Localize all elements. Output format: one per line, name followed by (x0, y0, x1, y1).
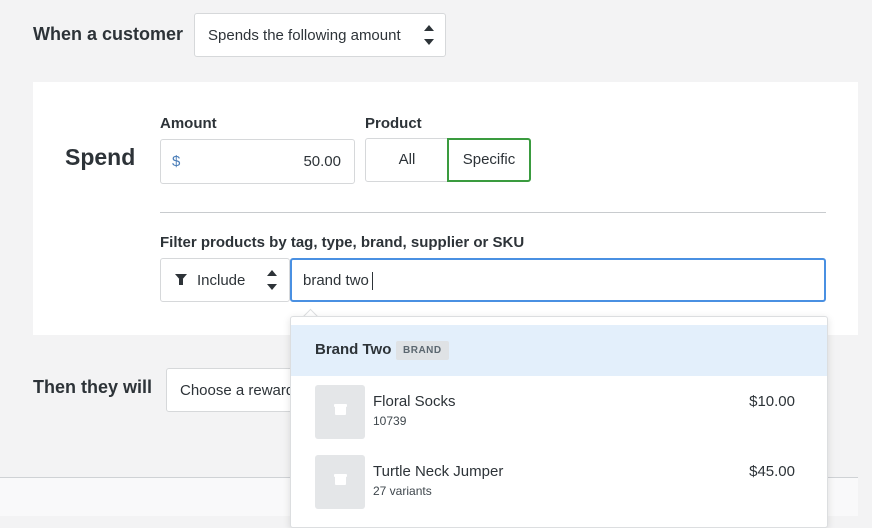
spend-title: Spend (65, 144, 136, 170)
amount-value: 50.00 (303, 153, 341, 170)
amount-input[interactable]: $ 50.00 (160, 139, 355, 184)
filter-label: Filter products by tag, type, brand, sup… (160, 234, 525, 251)
product-sku: 10739 (373, 414, 407, 428)
trigger-label: When a customer (33, 24, 184, 44)
product-label: Product (365, 115, 422, 132)
product-option-all[interactable]: All (365, 138, 449, 182)
product-search-field[interactable] (290, 258, 826, 302)
divider (160, 212, 826, 213)
product-variants: 27 variants (373, 484, 432, 498)
amount-label: Amount (160, 115, 217, 132)
product-thumbnail (315, 385, 365, 439)
box-icon (335, 406, 346, 415)
brand-result-name: Brand Two (315, 341, 392, 358)
include-select[interactable]: Include (160, 258, 290, 302)
product-option-specific[interactable]: Specific (447, 138, 531, 182)
text-caret (372, 272, 373, 290)
product-search-input[interactable] (303, 260, 803, 300)
trigger-select-value: Spends the following amount (208, 27, 401, 44)
product-name: Floral Socks (373, 393, 456, 410)
brand-result-row[interactable]: Brand Two BRAND (291, 325, 827, 376)
filter-icon-stem (179, 279, 183, 285)
currency-symbol: $ (172, 153, 181, 170)
then-label: Then they will (33, 377, 153, 397)
product-name: Turtle Neck Jumper (373, 463, 504, 480)
include-select-value: Include (197, 272, 246, 289)
reward-select-value: Choose a reward (180, 382, 295, 399)
product-price: $10.00 (749, 393, 795, 410)
search-results-dropdown: Brand Two BRAND Floral Socks 10739 $10.0… (290, 316, 828, 528)
box-icon (335, 476, 346, 485)
updown-arrows-icon (267, 270, 277, 292)
product-thumbnail (315, 455, 365, 509)
product-price: $45.00 (749, 463, 795, 480)
updown-arrows-icon (424, 25, 434, 47)
product-result-row[interactable]: Turtle Neck Jumper 27 variants $45.00 (291, 455, 827, 523)
brand-badge: BRAND (396, 341, 449, 360)
trigger-select[interactable]: Spends the following amount (194, 13, 446, 57)
product-result-row[interactable]: Floral Socks 10739 $10.00 (291, 385, 827, 453)
